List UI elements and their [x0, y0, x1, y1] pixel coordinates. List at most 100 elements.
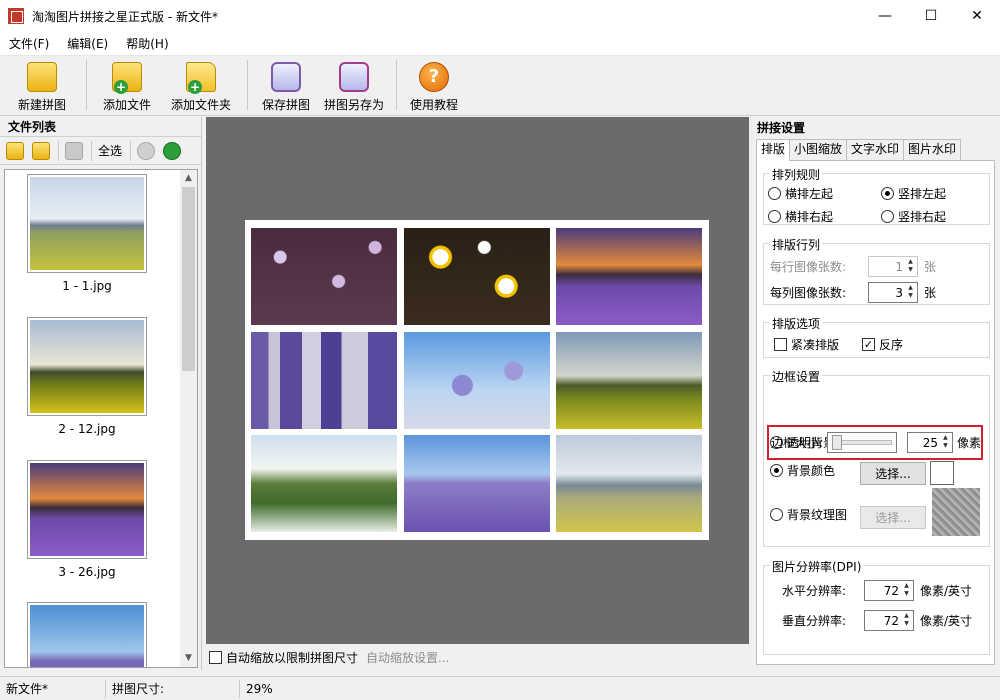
auto-zoom-bar: 自动缩放以限制拼图尺寸 自动缩放设置... [206, 645, 749, 670]
save-puzzle-button[interactable]: 保存拼图 [254, 56, 318, 114]
radio-button[interactable] [768, 187, 781, 200]
h-dpi-value[interactable]: 72 [884, 584, 899, 598]
arrange-vertical-left[interactable]: 竖排左起 [881, 185, 946, 202]
file-list[interactable]: 1 - 1.jpg 2 - 12.jpg 3 - 26.jpg ▲ ▼ [4, 169, 198, 668]
per-row-value: 1 [895, 259, 903, 274]
file-thumbnail [27, 174, 147, 273]
maximize-button[interactable]: ☐ [908, 0, 954, 32]
radio-button[interactable] [768, 210, 781, 223]
per-col-value[interactable]: 3 [895, 286, 903, 300]
radio-button[interactable] [881, 210, 894, 223]
file-name: 3 - 26.jpg [58, 565, 116, 579]
tab-thumb-scale[interactable]: 小图缩放 [789, 139, 848, 160]
v-dpi-stepper[interactable]: 72 ▲ ▼ [864, 610, 914, 631]
menu-help[interactable]: 帮助(H) [117, 32, 177, 56]
per-col-unit: 张 [924, 286, 937, 300]
file-thumbnail [27, 602, 147, 667]
add-folder-label: 添加文件夹 [170, 98, 231, 112]
per-col-stepper[interactable]: 3 ▲ ▼ [868, 282, 918, 303]
move-down-icon[interactable] [163, 141, 182, 160]
arrange-horizontal-right[interactable]: 横排右起 [768, 208, 833, 225]
add-file-icon[interactable] [6, 141, 24, 160]
list-item[interactable]: 3 - 26.jpg [27, 460, 147, 579]
bg-color-option[interactable]: 背景颜色 [770, 462, 835, 479]
status-zoom: 29% [246, 681, 273, 696]
reverse-checkbox[interactable]: ✓ [862, 338, 875, 351]
file-thumbnail [27, 317, 147, 416]
choose-color-button[interactable]: 选择... [860, 462, 926, 485]
stepper-arrows-icon[interactable]: ▲ ▼ [940, 434, 951, 451]
settings-panel: 拼接设置 排版 小图缩放 文字水印 图片水印 排列规则 横排左起 竖排左起 横排… [751, 117, 1000, 670]
compact-checkbox[interactable] [774, 338, 787, 351]
layout-options-group: 排版选项 紧凑排版 ✓ 反序 [763, 315, 990, 358]
border-size-unit: 像素 [956, 436, 981, 450]
radio-label: 背景颜色 [787, 464, 836, 478]
list-item[interactable] [27, 602, 147, 667]
radio-label: 横排右起 [785, 210, 834, 224]
tab-text-watermark[interactable]: 文字水印 [846, 139, 905, 160]
move-up-icon[interactable] [137, 141, 156, 160]
help-tutorial-label: 使用教程 [409, 98, 458, 112]
stepper-arrows-icon[interactable]: ▲ ▼ [901, 582, 912, 599]
texture-preview [932, 488, 980, 536]
border-size-slider[interactable] [827, 432, 897, 453]
radio-button[interactable] [770, 508, 783, 521]
reverse-label: 反序 [879, 338, 904, 352]
scroll-up-icon[interactable]: ▲ [180, 170, 197, 187]
radio-label: 竖排右起 [898, 210, 947, 224]
tab-image-watermark[interactable]: 图片水印 [903, 139, 962, 160]
compact-option[interactable]: 紧凑排版 [774, 336, 839, 353]
h-dpi-stepper[interactable]: 72 ▲ ▼ [864, 580, 914, 601]
file-list-scrollbar[interactable]: ▲ ▼ [180, 170, 197, 667]
per-row-stepper: 1 ▲ ▼ [868, 256, 918, 277]
radio-label: 横排左起 [785, 187, 834, 201]
menu-edit[interactable]: 编辑(E) [58, 32, 117, 56]
reverse-option[interactable]: ✓ 反序 [862, 336, 903, 353]
list-item[interactable]: 2 - 12.jpg [27, 317, 147, 436]
scroll-down-icon[interactable]: ▼ [180, 650, 197, 667]
file-list-toolbar: 全选 [0, 137, 201, 165]
border-size-stepper[interactable]: 25 ▲ ▼ [907, 432, 953, 453]
save-icon [271, 62, 301, 92]
slider-knob[interactable] [832, 435, 843, 450]
collage-canvas [245, 220, 709, 540]
minimize-button[interactable]: — [862, 0, 908, 32]
add-folder-button[interactable]: 添加文件夹 [161, 56, 241, 114]
help-tutorial-button[interactable]: ? 使用教程 [403, 56, 465, 114]
add-folder-icon[interactable] [32, 141, 50, 160]
radio-button[interactable] [881, 187, 894, 200]
auto-zoom-label: 自动缩放以限制拼图尺寸 [226, 651, 359, 665]
new-puzzle-button[interactable]: 新建拼图 [4, 56, 80, 114]
border-size-value[interactable]: 25 [923, 436, 938, 450]
radio-label: 竖排左起 [898, 187, 947, 201]
collage-image [404, 228, 550, 325]
file-name: 2 - 12.jpg [58, 422, 116, 436]
radio-button[interactable] [770, 464, 783, 477]
arrange-horizontal-left[interactable]: 横排左起 [768, 185, 833, 202]
scroll-thumb[interactable] [182, 187, 195, 371]
toolbar-separator [86, 60, 87, 110]
auto-zoom-settings-link[interactable]: 自动缩放设置... [366, 649, 449, 666]
h-dpi-label: 水平分辨率: [782, 584, 847, 598]
border-size-highlight: 边框大小: 25 ▲ ▼ 像素 [767, 425, 983, 460]
collage-image [556, 332, 702, 429]
add-file-button[interactable]: 添加文件 [93, 56, 161, 114]
select-all-button[interactable]: 全选 [98, 142, 122, 159]
stepper-arrows-icon[interactable]: ▲ ▼ [901, 612, 912, 629]
stepper-arrows-icon[interactable]: ▲ ▼ [905, 284, 916, 301]
status-file: 新文件* [0, 679, 106, 698]
layout-options-label: 排版选项 [770, 315, 823, 332]
toolbar-separator [91, 140, 92, 161]
save-as-button[interactable]: 拼图另存为 [318, 56, 390, 114]
v-dpi-value[interactable]: 72 [884, 614, 899, 628]
bg-color-swatch[interactable] [930, 461, 954, 485]
dpi-group-label: 图片分辨率(DPI) [770, 558, 864, 575]
menu-file[interactable]: 文件(F) [0, 32, 58, 56]
remove-file-icon[interactable] [65, 141, 83, 160]
tab-layout[interactable]: 排版 [756, 139, 791, 161]
auto-zoom-checkbox[interactable] [209, 651, 222, 664]
close-button[interactable]: ✕ [954, 0, 1000, 32]
arrange-vertical-right[interactable]: 竖排右起 [881, 208, 946, 225]
bg-texture-option[interactable]: 背景纹理图 [770, 506, 847, 523]
list-item[interactable]: 1 - 1.jpg [27, 174, 147, 293]
